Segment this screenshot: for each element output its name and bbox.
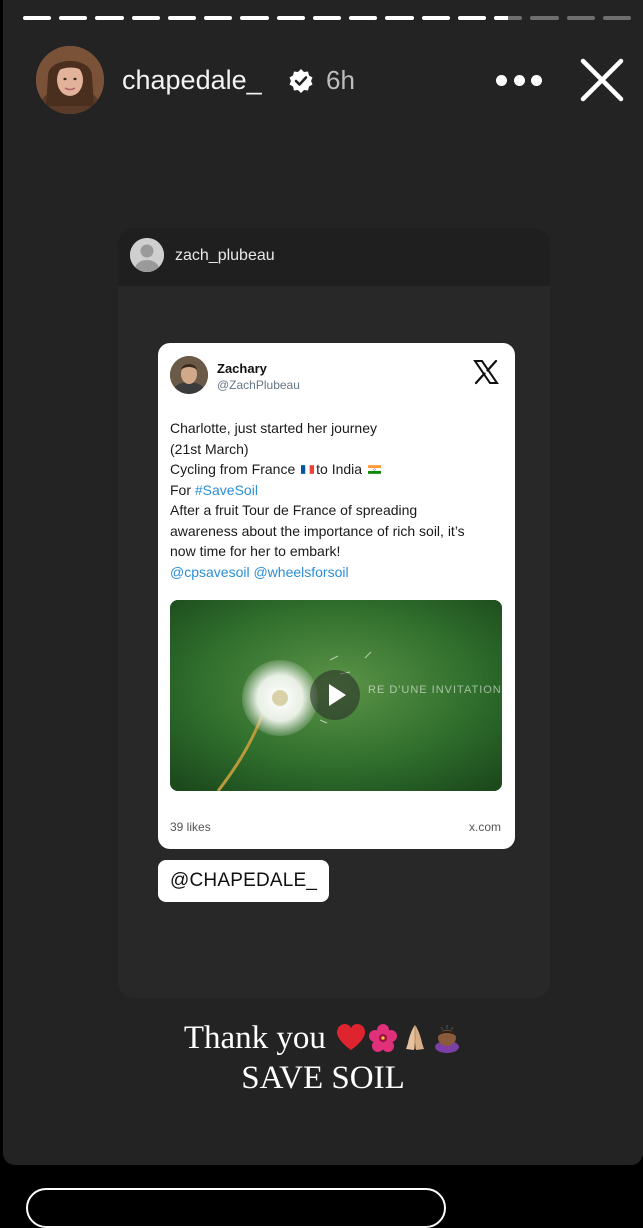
progress-segment-fill (167, 16, 197, 20)
progress-segment-fill (240, 16, 269, 20)
progress-segment (59, 16, 88, 20)
tweet-line: now time for her to embark! (170, 543, 341, 559)
progress-segment (457, 16, 487, 20)
progress-segment (204, 16, 233, 20)
verified-badge-icon (288, 68, 314, 94)
progress-segment-fill (312, 16, 342, 20)
progress-segment (385, 16, 414, 20)
tweet-card[interactable]: Zachary @ZachPlubeau Charlotte, just sta… (158, 343, 515, 849)
tweet-author-avatar[interactable] (170, 356, 208, 394)
profile-avatar[interactable] (36, 46, 104, 114)
tweet-line: Cycling from France to India (170, 459, 506, 480)
caption-text: Thank you (183, 1020, 326, 1056)
story-header: chapedale_ 6h (36, 44, 631, 116)
hibiscus-icon (369, 1024, 398, 1052)
red-heart-icon (337, 1024, 366, 1050)
tweet-line: awareness about the importance of rich s… (170, 522, 465, 539)
progress-segment-fill (204, 16, 233, 20)
tweet-text-fragment: Cycling from France (170, 461, 300, 477)
tweet-line: After a fruit Tour de France of spreadin… (170, 502, 418, 518)
progress-segment-fill (276, 16, 305, 20)
hashtag-link[interactable]: #SaveSoil (195, 482, 258, 498)
progress-segment (167, 16, 197, 20)
tweet-line: Charlotte, just started her journey (170, 420, 377, 436)
tweet-line: (21st March) (170, 440, 249, 457)
progress-segment (421, 16, 450, 20)
play-button-icon[interactable] (310, 670, 360, 720)
progress-segment-fill (421, 16, 450, 20)
tweet-source[interactable]: x.com (469, 820, 501, 834)
more-options-icon[interactable] (496, 70, 542, 90)
france-flag-icon (301, 465, 315, 474)
progress-segment-fill (494, 16, 509, 20)
progress-segment-fill (59, 16, 88, 20)
story-caption: Thank you SAVE SOIL (3, 1018, 643, 1098)
progress-segment-fill (23, 16, 52, 20)
progress-segment (131, 16, 160, 20)
tweet-video[interactable]: RE D'UNE INVITATION (170, 600, 502, 791)
tweet-text: Charlotte, just started her journey (21s… (170, 418, 506, 582)
tweet-text-fragment: For (170, 481, 195, 498)
progress-segment-fill (95, 16, 124, 20)
progress-segment (240, 16, 269, 20)
progress-segment (349, 16, 378, 20)
story-viewer[interactable]: chapedale_ 6h zach_plubeau Zachary @Zach… (3, 0, 643, 1165)
profile-username[interactable]: chapedale_ (122, 64, 262, 96)
progress-segment-fill (349, 16, 378, 20)
post-time: 6h (326, 65, 355, 95)
caption-line-1: Thank you (3, 1018, 643, 1058)
shared-post-avatar[interactable] (130, 238, 164, 272)
tweet-likes: 39 likes (170, 820, 211, 834)
reply-input[interactable] (26, 1188, 446, 1228)
tweet-author-handle[interactable]: @ZachPlubeau (217, 378, 300, 392)
story-progress-bar (23, 16, 631, 21)
video-caption: RE D'UNE INVITATION (368, 684, 502, 696)
progress-segment (23, 16, 52, 20)
tweet-text-fragment: to India (316, 461, 366, 477)
caption-line-2: SAVE SOIL (241, 1060, 405, 1096)
person-bowing-icon (435, 1025, 460, 1053)
x-logo-icon[interactable] (473, 359, 499, 385)
progress-segment (312, 16, 342, 20)
folded-hands-icon (406, 1025, 425, 1050)
close-icon[interactable] (579, 57, 625, 103)
india-flag-icon (367, 465, 381, 474)
tweet-author-name[interactable]: Zachary (217, 361, 267, 376)
progress-segment (566, 16, 595, 20)
progress-segment (602, 16, 631, 20)
progress-segment-fill (131, 16, 160, 20)
progress-segment (530, 16, 559, 20)
shared-post-username[interactable]: zach_plubeau (175, 247, 275, 265)
progress-segment (494, 16, 523, 20)
progress-segment (95, 16, 124, 20)
mention-sticker[interactable]: @CHAPEDALE_ (158, 860, 330, 902)
progress-segment-fill (385, 16, 414, 20)
tweet-line: For #SaveSoil (170, 480, 506, 501)
shared-post-header: zach_plubeau (118, 228, 550, 286)
progress-segment-fill (457, 16, 487, 20)
progress-segment (276, 16, 305, 20)
mention-links[interactable]: @cpsavesoil @wheelsforsoil (170, 562, 506, 583)
